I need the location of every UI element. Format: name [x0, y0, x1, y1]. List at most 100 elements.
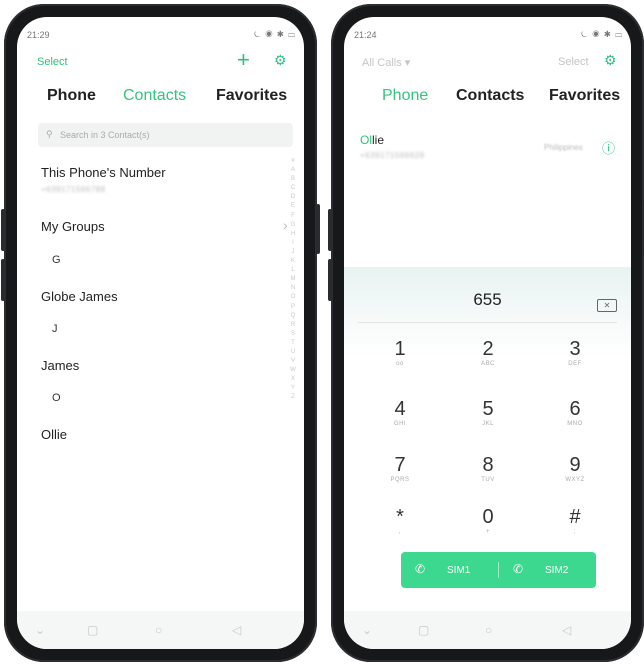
- dial-key[interactable]: 5 JKL: [458, 399, 518, 427]
- status-bar: 21:29 ⏾ ◉ ✱ ▭: [17, 17, 304, 47]
- dial-key[interactable]: 3 DEF: [545, 339, 605, 367]
- tab-phone[interactable]: Phone: [47, 87, 96, 105]
- dial-key-letters: +: [485, 529, 490, 535]
- dial-key-digit: 2: [482, 338, 494, 360]
- dial-key[interactable]: 1 ᴏᴏ: [370, 339, 430, 367]
- backspace-icon[interactable]: ✕: [597, 299, 617, 312]
- alphabet-index-letter[interactable]: Z: [288, 393, 298, 402]
- circle-icon[interactable]: ○: [485, 623, 492, 637]
- dial-key[interactable]: *,: [370, 507, 430, 535]
- search-input[interactable]: ⚲ Search in 3 Contact(s): [38, 123, 293, 147]
- sim2-label: SIM2: [545, 565, 569, 576]
- alphabet-index-letter[interactable]: F: [288, 212, 298, 221]
- volume-button: [328, 259, 332, 301]
- dial-key[interactable]: 7 PQRS: [370, 455, 430, 483]
- result-name: Ollie: [360, 133, 385, 147]
- dial-key-digit: 5: [482, 398, 494, 420]
- dial-key[interactable]: 0 +: [458, 507, 518, 535]
- alphabet-index-letter[interactable]: W: [288, 366, 298, 375]
- alphabet-index-letter[interactable]: D: [288, 193, 298, 202]
- status-icons: ⏾ ◉ ✱ ▭: [253, 29, 296, 39]
- alphabet-index-letter[interactable]: Y: [288, 384, 298, 393]
- chevron-down-icon[interactable]: ⌄: [362, 623, 372, 637]
- dial-key[interactable]: 4 GHI: [370, 399, 430, 427]
- dial-key-letters: ,: [398, 529, 402, 535]
- alphabet-index-letter[interactable]: I: [288, 239, 298, 248]
- alphabet-index[interactable]: # A B C D E F G H I J K L M N O P Q R S T U V W X Y Z: [288, 157, 298, 403]
- alphabet-index-letter[interactable]: L: [288, 266, 298, 275]
- tab-bar: Phone Contacts Favorites: [17, 87, 304, 113]
- dial-key-letters: GHI: [393, 421, 407, 427]
- dial-key[interactable]: 6 MNO: [545, 399, 605, 427]
- dial-key-digit: #: [569, 506, 581, 528]
- tab-contacts[interactable]: Contacts: [456, 87, 524, 105]
- sim1-label: SIM1: [447, 565, 471, 576]
- chevron-down-icon[interactable]: ⌄: [35, 623, 45, 637]
- square-icon[interactable]: ▢: [87, 623, 98, 637]
- alphabet-index-letter[interactable]: X: [288, 375, 298, 384]
- tab-favorites[interactable]: Favorites: [216, 87, 287, 105]
- dial-key-letters: DEF: [568, 361, 582, 367]
- tab-favorites[interactable]: Favorites: [549, 87, 620, 105]
- alphabet-index-letter[interactable]: E: [288, 202, 298, 211]
- my-number-title[interactable]: This Phone's Number: [41, 165, 166, 180]
- search-result[interactable]: Ollie +639171566628 Philippines ⓘ: [344, 129, 631, 169]
- triangle-back-icon[interactable]: ◁: [562, 623, 571, 637]
- status-time: 21:29: [27, 30, 50, 40]
- tab-contacts[interactable]: Contacts: [123, 87, 186, 105]
- dial-number-display: 655: [473, 290, 502, 309]
- select-button[interactable]: Select: [37, 56, 68, 68]
- alphabet-index-letter[interactable]: U: [288, 348, 298, 357]
- dial-key[interactable]: 9 WXYZ: [545, 455, 605, 483]
- contact-item[interactable]: Ollie: [41, 427, 67, 442]
- dial-key-digit: 9: [569, 454, 581, 476]
- sim2-call-button[interactable]: ✆ SIM2: [499, 552, 596, 588]
- alphabet-index-letter[interactable]: T: [288, 339, 298, 348]
- search-icon: ⚲: [46, 129, 53, 139]
- power-button: [316, 204, 320, 254]
- call-filter-dropdown[interactable]: All Calls ▾: [362, 56, 410, 69]
- dial-key-digit: 4: [394, 398, 406, 420]
- alphabet-index-letter[interactable]: C: [288, 184, 298, 193]
- alphabet-index-letter[interactable]: V: [288, 357, 298, 366]
- settings-icon[interactable]: ⚙: [604, 52, 617, 69]
- alphabet-index-letter[interactable]: Q: [288, 312, 298, 321]
- dial-key-digit: 7: [394, 454, 406, 476]
- phone-icon: ✆: [513, 562, 524, 576]
- contacts-screen: 21:29 ⏾ ◉ ✱ ▭ Select + ⚙ Phone Contacts …: [17, 17, 304, 649]
- alphabet-index-letter[interactable]: B: [288, 175, 298, 184]
- alphabet-index-letter[interactable]: H: [288, 230, 298, 239]
- circle-icon[interactable]: ○: [155, 623, 162, 637]
- alphabet-index-letter[interactable]: M: [288, 275, 298, 284]
- contact-item[interactable]: James: [41, 358, 79, 373]
- chevron-right-icon: ›: [283, 217, 288, 233]
- alphabet-index-letter[interactable]: S: [288, 330, 298, 339]
- alphabet-index-letter[interactable]: K: [288, 257, 298, 266]
- my-groups-item[interactable]: My Groups: [41, 219, 105, 234]
- info-icon[interactable]: ⓘ: [602, 138, 615, 157]
- dial-key[interactable]: 2 ABC: [458, 339, 518, 367]
- add-icon[interactable]: +: [237, 47, 250, 73]
- square-icon[interactable]: ▢: [418, 623, 429, 637]
- alphabet-index-letter[interactable]: A: [288, 166, 298, 175]
- alphabet-index-letter[interactable]: P: [288, 303, 298, 312]
- phone-right: 21:24 ⏾ ◉ ✱ ▭ All Calls ▾ Select ⚙ Phone…: [328, 4, 644, 662]
- status-icons: ⏾ ◉ ✱ ▭: [580, 29, 623, 39]
- alphabet-index-letter[interactable]: J: [288, 248, 298, 257]
- sim1-call-button[interactable]: ✆ SIM1: [401, 552, 498, 588]
- select-button[interactable]: Select: [558, 56, 589, 68]
- contact-item[interactable]: Globe James: [41, 289, 118, 304]
- dial-key-letters: ABC: [481, 361, 495, 367]
- triangle-back-icon[interactable]: ◁: [232, 623, 241, 637]
- tab-phone[interactable]: Phone: [382, 87, 428, 105]
- dial-key[interactable]: #;: [545, 507, 605, 535]
- dial-key-digit: *: [396, 506, 404, 528]
- alphabet-index-letter[interactable]: R: [288, 321, 298, 330]
- dial-key[interactable]: 8 TUV: [458, 455, 518, 483]
- tab-bar: Phone Contacts Favorites: [344, 87, 631, 113]
- alphabet-index-letter[interactable]: #: [288, 157, 298, 166]
- alphabet-index-letter[interactable]: N: [288, 284, 298, 293]
- settings-icon[interactable]: ⚙: [274, 52, 287, 69]
- alphabet-index-letter[interactable]: O: [288, 293, 298, 302]
- alphabet-index-letter[interactable]: G: [288, 221, 298, 230]
